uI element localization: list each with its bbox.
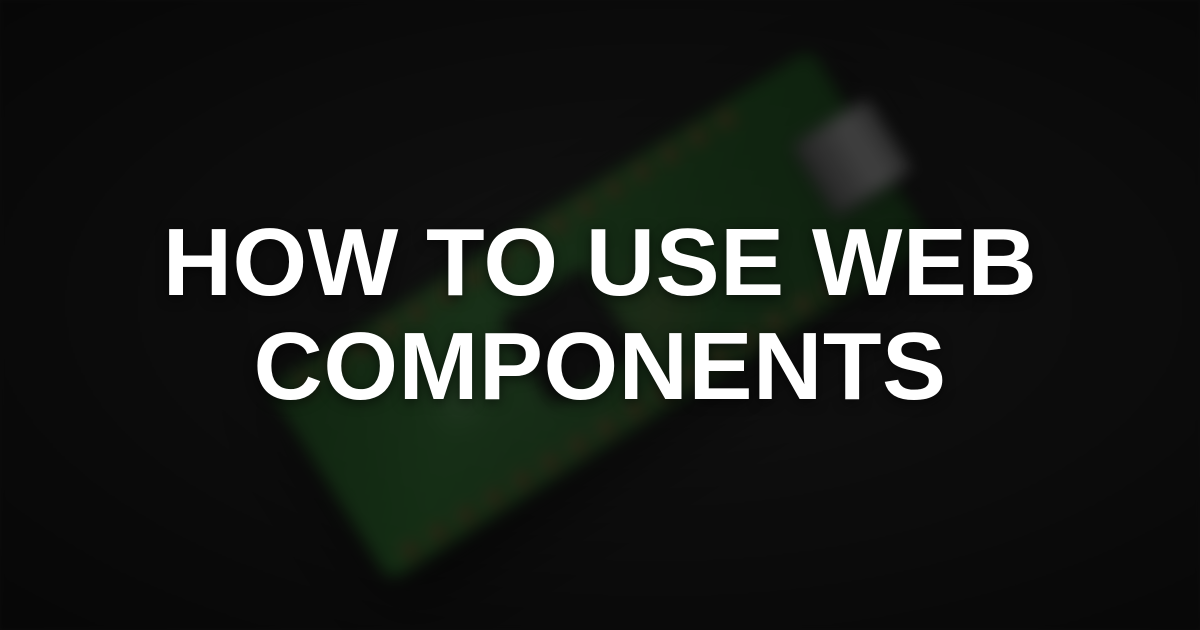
title-container: HOW TO USE WEB COMPONENTS — [0, 0, 1200, 630]
page-title: HOW TO USE WEB COMPONENTS — [163, 211, 1038, 418]
